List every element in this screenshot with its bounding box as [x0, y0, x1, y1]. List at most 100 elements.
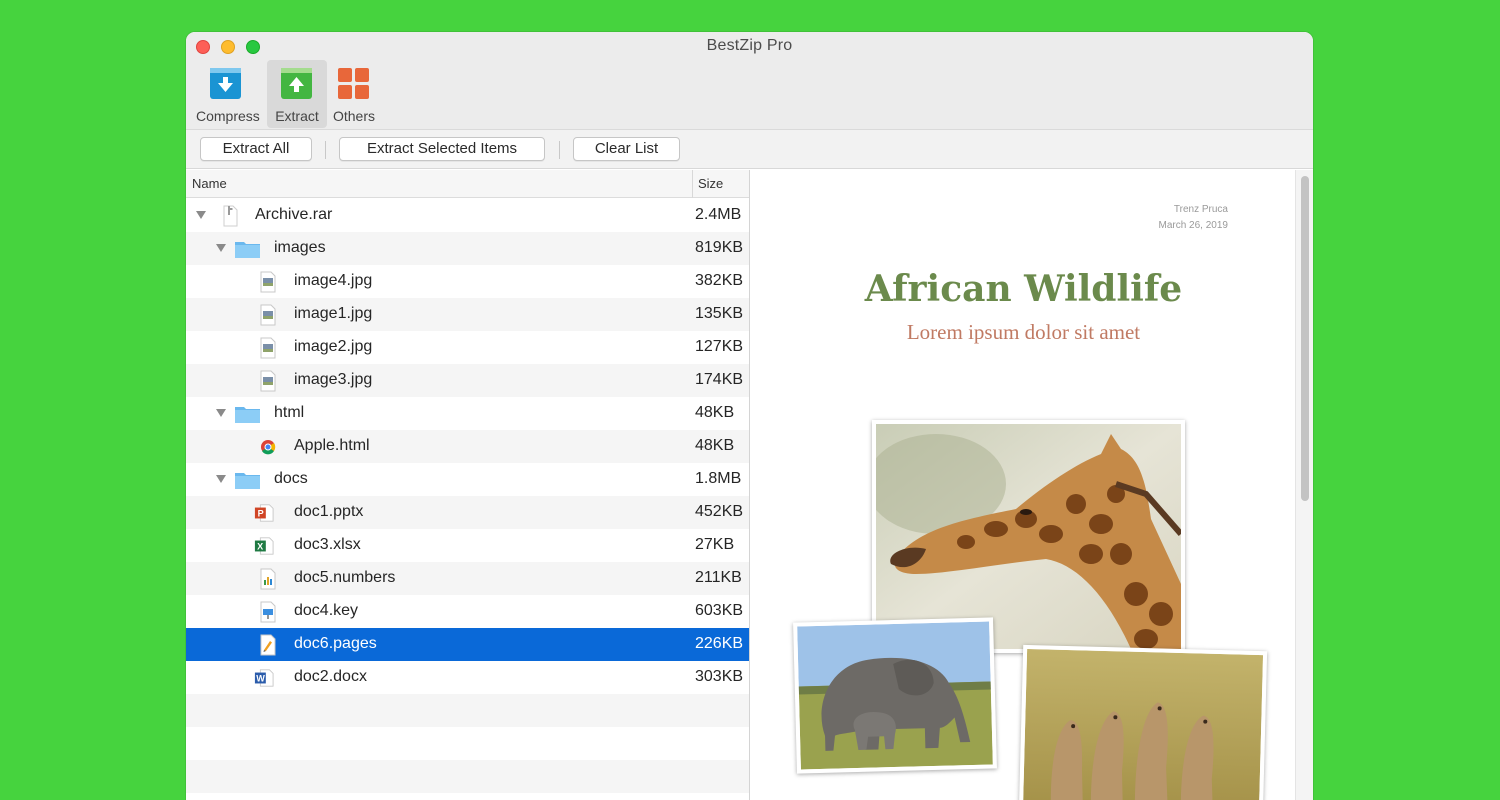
file-row-html-folder[interactable]: html 48KB [186, 397, 749, 430]
word-icon: W [254, 669, 274, 687]
disclosure-triangle-icon[interactable] [216, 409, 226, 417]
chrome-html-icon [261, 440, 276, 455]
doc-title: African Wildlife [864, 268, 1183, 310]
folder-icon [235, 242, 260, 258]
numbers-icon [260, 568, 276, 590]
doc-date: March 26, 2019 [1158, 220, 1229, 231]
window-title: BestZip Pro [706, 37, 793, 54]
file-row-name: html [274, 404, 305, 421]
file-row-size: 303KB [695, 668, 744, 685]
preview-scrollbar-thumb[interactable] [1301, 176, 1309, 501]
file-row-size: 2.4MB [695, 206, 742, 223]
file-row-name: doc3.xlsx [294, 536, 361, 553]
file-row-images-folder[interactable]: images 819KB [186, 232, 749, 265]
toolbar-extract-label: Extract [275, 108, 319, 124]
file-row-size: 48KB [695, 404, 735, 421]
size-column-header[interactable]: Size [698, 176, 723, 191]
file-row-doc2-docx[interactable]: W doc2.docx 303KB [186, 661, 749, 694]
file-row-size: 27KB [695, 536, 735, 553]
action-bar: Extract All Extract Selected Items Clear… [186, 130, 1313, 169]
file-row-name: doc5.numbers [294, 569, 396, 586]
toolbar-compress-label: Compress [196, 108, 260, 124]
file-row-size: 382KB [695, 272, 744, 289]
toolbar-others-label: Others [332, 108, 375, 124]
file-row-name: Archive.rar [255, 206, 333, 223]
toolbar-compress-button[interactable]: Compress [196, 60, 260, 128]
extract-selected-button[interactable]: Extract Selected Items [339, 137, 545, 161]
image-file-icon [260, 304, 276, 326]
pages-icon [260, 634, 276, 656]
excel-icon: X [254, 537, 274, 555]
svg-text:W: W [256, 674, 265, 684]
file-row-doc4-key[interactable]: doc4.key 603KB [186, 595, 749, 628]
image-file-icon [260, 370, 276, 392]
column-header: Name Size [186, 170, 749, 198]
folder-icon [235, 407, 260, 423]
file-row-size: 127KB [695, 338, 744, 355]
image-file-icon [260, 337, 276, 359]
file-row-doc1-pptx[interactable]: P doc1.pptx 452KB [186, 496, 749, 529]
file-row-image3[interactable]: image3.jpg 174KB [186, 364, 749, 397]
keynote-icon [260, 601, 276, 623]
toolbar-others-button[interactable]: Others [324, 60, 384, 128]
extract-all-button[interactable]: Extract All [200, 137, 312, 161]
file-row-image4[interactable]: image4.jpg 382KB [186, 265, 749, 298]
disclosure-triangle-icon[interactable] [216, 475, 226, 483]
doc-author: Trenz Pruca [1173, 204, 1228, 215]
file-row-name: doc4.key [294, 602, 359, 619]
toolbar-extract-button[interactable]: Extract [267, 60, 327, 128]
doc-subtitle: Lorem ipsum dolor sit amet [906, 320, 1141, 344]
elephant-photo [793, 617, 997, 774]
file-row-size: 211KB [695, 569, 742, 586]
folder-icon [235, 473, 260, 489]
app-window: BestZip Pro Compress Extract Others Extr… [186, 32, 1313, 800]
svg-text:X: X [257, 542, 263, 552]
grid-icon [338, 68, 369, 99]
file-row-size: 135KB [695, 305, 744, 322]
file-row-size: 603KB [695, 602, 744, 619]
file-list-panel: Name Size Archive.rar 2.4MB images 819KB [186, 170, 750, 800]
file-row-name: image2.jpg [294, 338, 373, 355]
file-row-doc3-xlsx[interactable]: X doc3.xlsx 27KB [186, 529, 749, 562]
disclosure-triangle-icon[interactable] [216, 244, 226, 252]
name-column-header[interactable]: Name [192, 176, 227, 191]
empty-row [186, 727, 749, 760]
toolbar-separator [559, 141, 560, 159]
file-row-size: 452KB [695, 503, 744, 520]
svg-text:P: P [258, 509, 264, 519]
disclosure-triangle-icon[interactable] [196, 211, 206, 219]
giraffe-photo [872, 420, 1185, 653]
file-row-name: Apple.html [294, 437, 370, 454]
file-row-name: images [274, 239, 326, 256]
empty-row [186, 760, 749, 793]
empty-row [186, 694, 749, 727]
file-row-doc5-numbers[interactable]: doc5.numbers 211KB [186, 562, 749, 595]
file-row-name: image1.jpg [294, 305, 373, 322]
file-row-size: 819KB [695, 239, 744, 256]
toolbar-separator [325, 141, 326, 159]
preview-scrollbar[interactable] [1295, 170, 1313, 800]
file-row-image1[interactable]: image1.jpg 135KB [186, 298, 749, 331]
file-row-size: 226KB [695, 635, 744, 652]
file-row-docs-folder[interactable]: docs 1.8MB [186, 463, 749, 496]
file-row-size: 48KB [695, 437, 735, 454]
file-row-name: docs [274, 470, 308, 487]
clear-list-button[interactable]: Clear List [573, 137, 680, 161]
image-file-icon [260, 271, 276, 293]
column-divider[interactable] [692, 170, 693, 198]
extract-icon [281, 68, 312, 99]
file-row-image2[interactable]: image2.jpg 127KB [186, 331, 749, 364]
file-row-name: doc6.pages [294, 635, 377, 652]
compress-icon [210, 68, 241, 99]
file-row-name: doc2.docx [294, 668, 367, 685]
title-bar: BestZip Pro Compress Extract Others [186, 32, 1313, 130]
meerkat-photo [1018, 644, 1268, 800]
file-row-archive[interactable]: Archive.rar 2.4MB [186, 199, 749, 232]
file-row-size: 174KB [695, 371, 744, 388]
file-row-size: 1.8MB [695, 470, 742, 487]
file-row-name: doc1.pptx [294, 503, 364, 520]
document-preview[interactable]: Trenz Pruca March 26, 2019 African Wildl… [751, 170, 1313, 800]
file-row-apple-html[interactable]: Apple.html 48KB [186, 430, 749, 463]
file-row-doc6-pages[interactable]: doc6.pages 226KB [186, 628, 749, 661]
powerpoint-icon: P [254, 504, 274, 522]
